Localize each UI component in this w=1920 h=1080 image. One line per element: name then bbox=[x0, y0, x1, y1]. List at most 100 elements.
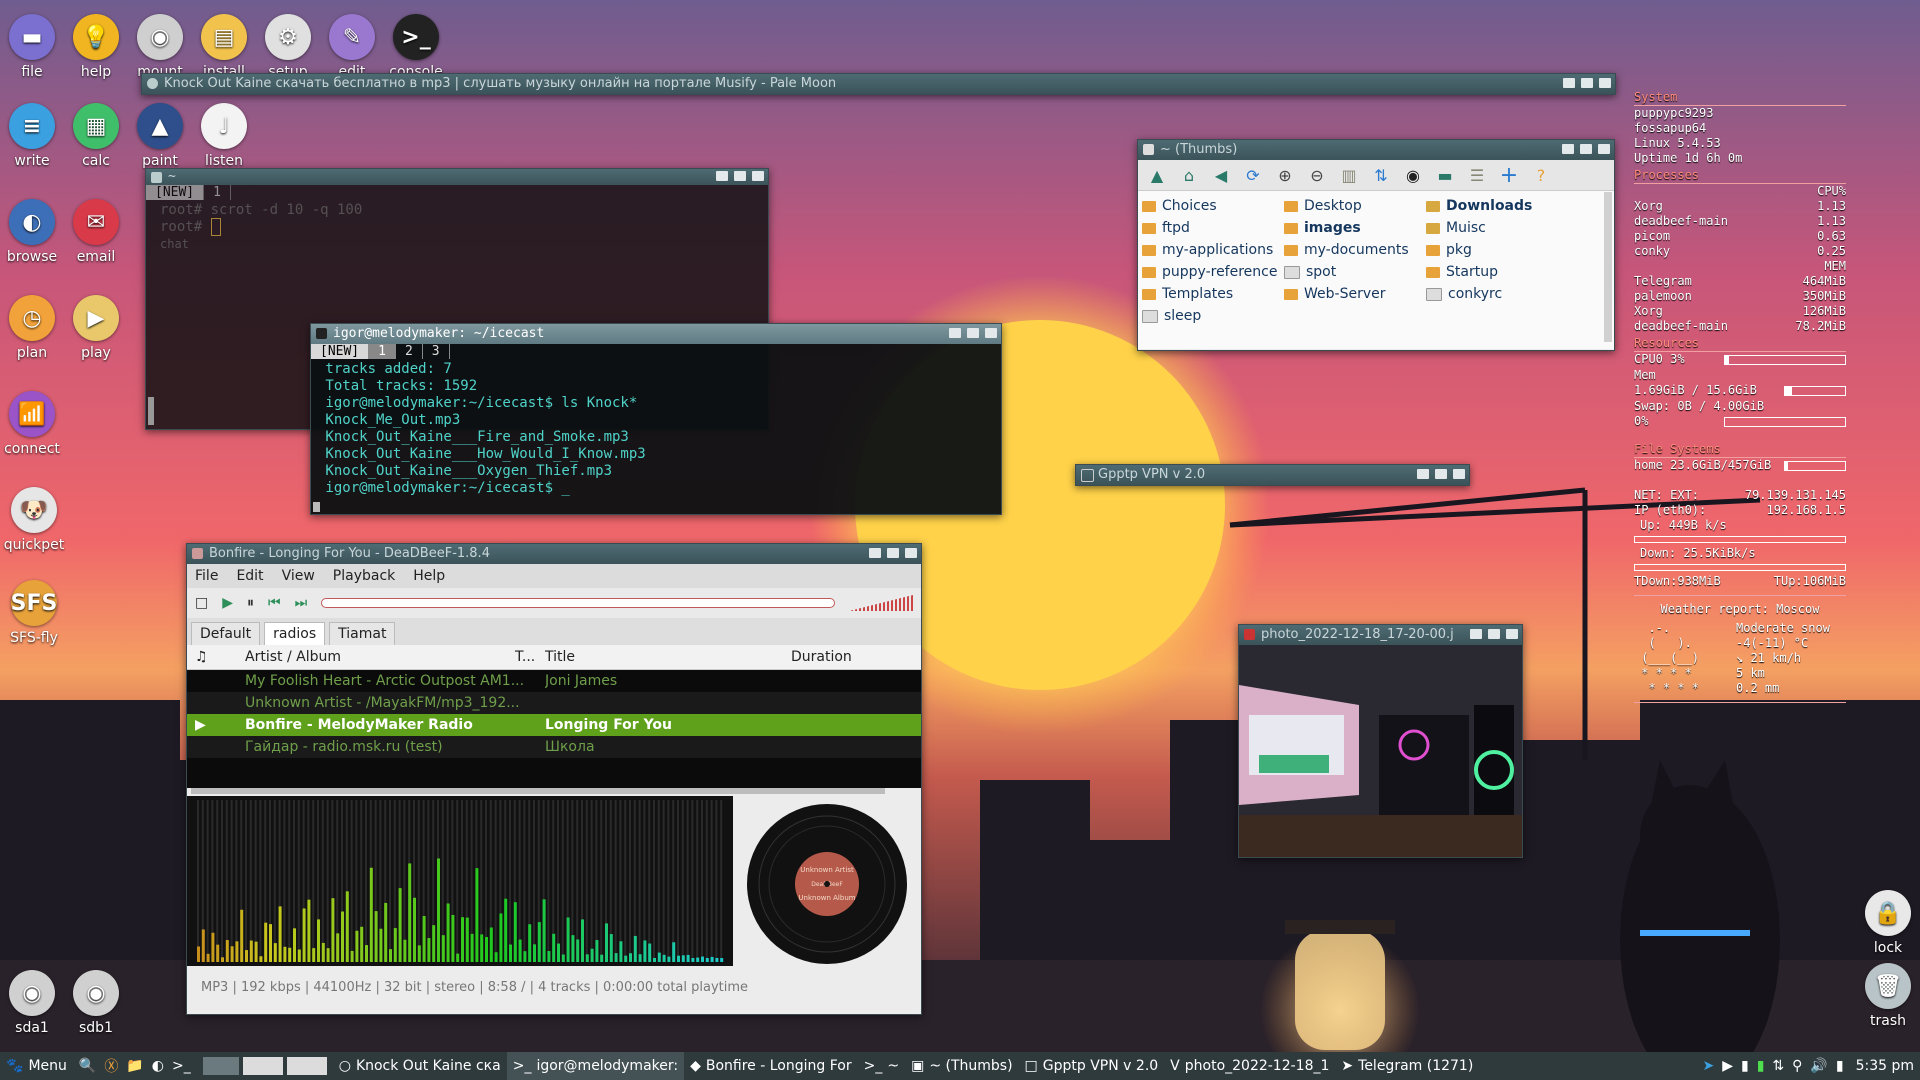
playlist-tab-default[interactable]: Default bbox=[191, 622, 261, 645]
deadbeef-titlebar[interactable]: Bonfire - Longing For You - DeaDBeeF-1.8… bbox=[187, 544, 921, 564]
terminal-tab[interactable]: [NEW] bbox=[146, 185, 205, 200]
desktop-icon-sdb1[interactable]: ◉ sdb1 bbox=[60, 970, 132, 1036]
desktop-icon-connect[interactable]: 📶 connect bbox=[0, 391, 68, 457]
desktop-icon-write[interactable]: ≡ write bbox=[0, 103, 68, 169]
rox-item-muisc[interactable]: Muisc bbox=[1426, 217, 1586, 239]
close-button[interactable] bbox=[905, 548, 917, 558]
details-icon[interactable]: ☰ bbox=[1466, 164, 1488, 186]
desktop-icon-setup[interactable]: ⚙ setup bbox=[252, 14, 324, 80]
up-icon[interactable]: ▲ bbox=[1146, 164, 1168, 186]
help-icon[interactable]: ? bbox=[1530, 164, 1552, 186]
close-button[interactable] bbox=[985, 328, 997, 338]
minimize-button[interactable] bbox=[1562, 144, 1574, 154]
maximize-button[interactable] bbox=[734, 171, 746, 181]
desktop-icon-lock[interactable]: 🔒 lock bbox=[1852, 890, 1920, 956]
desktop-icon-mount[interactable]: ◉ mount bbox=[124, 14, 196, 80]
add-icon[interactable]: + bbox=[1498, 163, 1520, 188]
maximize-button[interactable] bbox=[1435, 469, 1447, 479]
play-icon[interactable]: ▶ bbox=[222, 595, 233, 611]
rox-filer-window[interactable]: ~ (Thumbs) ▲ ⌂ ◀ ⟳ ⊕ ⊖ ▥ ⇅ ◉ ▬ ☰ + ? Cho… bbox=[1137, 139, 1615, 351]
stop-icon[interactable]: □ bbox=[195, 595, 208, 611]
desktop-icon-trash[interactable]: 🗑 trash bbox=[1852, 963, 1920, 1029]
minimize-button[interactable] bbox=[1470, 629, 1482, 639]
photo-titlebar[interactable]: photo_2022-12-18_17-20-00.j bbox=[1239, 625, 1522, 645]
sort-icon[interactable]: ⇅ bbox=[1370, 164, 1392, 186]
minimize-button[interactable] bbox=[1417, 469, 1429, 479]
minimize-button[interactable] bbox=[716, 171, 728, 181]
column-duration[interactable]: Duration bbox=[791, 649, 911, 665]
playlist-tab-tiamat[interactable]: Tiamat bbox=[329, 622, 396, 645]
desktop-icon-listen[interactable]: ♩ listen bbox=[188, 103, 260, 169]
menu-view[interactable]: View bbox=[282, 568, 315, 584]
minimize-button[interactable] bbox=[869, 548, 881, 558]
rox-item-conkyrc[interactable]: conkyrc bbox=[1426, 283, 1586, 305]
column-t[interactable]: T... bbox=[515, 649, 545, 665]
zoom-in-icon[interactable]: ⊕ bbox=[1274, 164, 1296, 186]
rox-scrollbar[interactable] bbox=[1604, 192, 1612, 342]
hidden-files-icon[interactable]: ◉ bbox=[1402, 164, 1424, 186]
rox-item-choices[interactable]: Choices bbox=[1142, 195, 1284, 217]
close-button[interactable] bbox=[1453, 469, 1465, 479]
browser-icon[interactable]: ◐ bbox=[152, 1058, 164, 1074]
usb-tray-icon[interactable]: ⚲ bbox=[1792, 1058, 1802, 1074]
taskbar-item[interactable]: □ Gpptp VPN v 2.0 bbox=[1019, 1052, 1165, 1080]
rox-item-sleep[interactable]: sleep bbox=[1142, 305, 1284, 327]
menu-edit[interactable]: Edit bbox=[236, 568, 263, 584]
desktop-icon-sda1[interactable]: ◉ sda1 bbox=[0, 970, 68, 1036]
desktop-icon-install[interactable]: ▤ install bbox=[188, 14, 260, 80]
files-icon[interactable]: 📁 bbox=[126, 1058, 143, 1074]
column-title[interactable]: Title bbox=[545, 649, 791, 665]
terminal-scrollbar[interactable] bbox=[313, 502, 320, 512]
desktop-icon-email[interactable]: ✉ email bbox=[60, 199, 132, 265]
desktop-icon-help[interactable]: 💡 help bbox=[60, 14, 132, 80]
terminal-tab[interactable]: 1 bbox=[204, 185, 231, 200]
seek-bar[interactable] bbox=[321, 598, 835, 608]
taskbar-item[interactable]: ○ Knock Out Kaine ска bbox=[333, 1052, 507, 1080]
deadbeef-window[interactable]: Bonfire - Longing For You - DeaDBeeF-1.8… bbox=[186, 543, 922, 1015]
rox-item-templates[interactable]: Templates bbox=[1142, 283, 1284, 305]
desktop-icon-paint[interactable]: ▲ paint bbox=[124, 103, 196, 169]
desktop-icon-plan[interactable]: ◷ plan bbox=[0, 295, 68, 361]
minimize-button[interactable] bbox=[1563, 78, 1575, 88]
menu-file[interactable]: File bbox=[195, 568, 218, 584]
desktop-icon-sfs-fly[interactable]: SFS SFS-fly bbox=[0, 580, 70, 646]
desktop-icon-file[interactable]: ▬ file bbox=[0, 14, 68, 80]
volume-tray-icon[interactable]: 🔊 bbox=[1810, 1058, 1827, 1074]
clipboard-tray-icon[interactable]: ▮ bbox=[1741, 1058, 1749, 1074]
telegram-tray-icon[interactable]: ➤ bbox=[1702, 1058, 1714, 1074]
desktop-icon-edit[interactable]: ✎ edit bbox=[316, 14, 388, 80]
rox-item-pkg[interactable]: pkg bbox=[1426, 239, 1586, 261]
battery-tray-icon[interactable]: ▮ bbox=[1757, 1058, 1765, 1074]
refresh-icon[interactable]: ⟳ bbox=[1242, 164, 1264, 186]
vpn-titlebar[interactable]: Gpptp VPN v 2.0 bbox=[1076, 465, 1469, 485]
rox-titlebar[interactable]: ~ (Thumbs) bbox=[1138, 140, 1614, 160]
taskbar-item[interactable]: ➤ Telegram (1271) bbox=[1335, 1052, 1479, 1080]
pause-icon[interactable]: ⏸ bbox=[247, 595, 254, 611]
terminal-window-icecast[interactable]: igor@melodymaker: ~/icecast [NEW] 1 2 3 … bbox=[310, 323, 1002, 515]
workspace-2[interactable] bbox=[242, 1057, 283, 1075]
playlist-row[interactable]: Гайдар - radio.msk.ru (test) Школа bbox=[187, 736, 921, 758]
rox-item-desktop[interactable]: Desktop bbox=[1284, 195, 1426, 217]
menu-button[interactable]: 🐾 Menu bbox=[0, 1052, 73, 1080]
workspace-1[interactable] bbox=[202, 1057, 239, 1075]
terminal-scrollbar[interactable] bbox=[148, 397, 154, 425]
desktop-icon-calc[interactable]: ▦ calc bbox=[60, 103, 132, 169]
desktop-icon-play[interactable]: ▶ play bbox=[60, 295, 132, 361]
close-button[interactable] bbox=[752, 171, 764, 181]
close-button[interactable] bbox=[1599, 78, 1611, 88]
palemoon-window[interactable]: Knock Out Kaine скачать бесплатно в mp3 … bbox=[141, 73, 1616, 95]
taskbar-item[interactable]: >_ ~ bbox=[858, 1052, 905, 1080]
rox-item-spot[interactable]: spot bbox=[1284, 261, 1426, 283]
minimize-button[interactable] bbox=[949, 328, 961, 338]
playlist-row[interactable]: My Foolish Heart - Arctic Outpost AM1...… bbox=[187, 670, 921, 692]
close-button[interactable] bbox=[1598, 144, 1610, 154]
play-tray-icon[interactable]: ▶ bbox=[1722, 1058, 1733, 1074]
close-button[interactable] bbox=[1506, 629, 1518, 639]
playlist-row[interactable]: Unknown Artist - /MayakFM/mp3_192... bbox=[187, 692, 921, 714]
search-icon[interactable]: 🔍 bbox=[79, 1058, 96, 1074]
zoom-out-icon[interactable]: ⊖ bbox=[1306, 164, 1328, 186]
prev-icon[interactable]: ⏮ bbox=[268, 595, 281, 611]
rox-item-puppy-reference[interactable]: puppy-reference bbox=[1142, 261, 1284, 283]
desktop-icon-browse[interactable]: ◐ browse bbox=[0, 199, 68, 265]
rox-item-startup[interactable]: Startup bbox=[1426, 261, 1586, 283]
